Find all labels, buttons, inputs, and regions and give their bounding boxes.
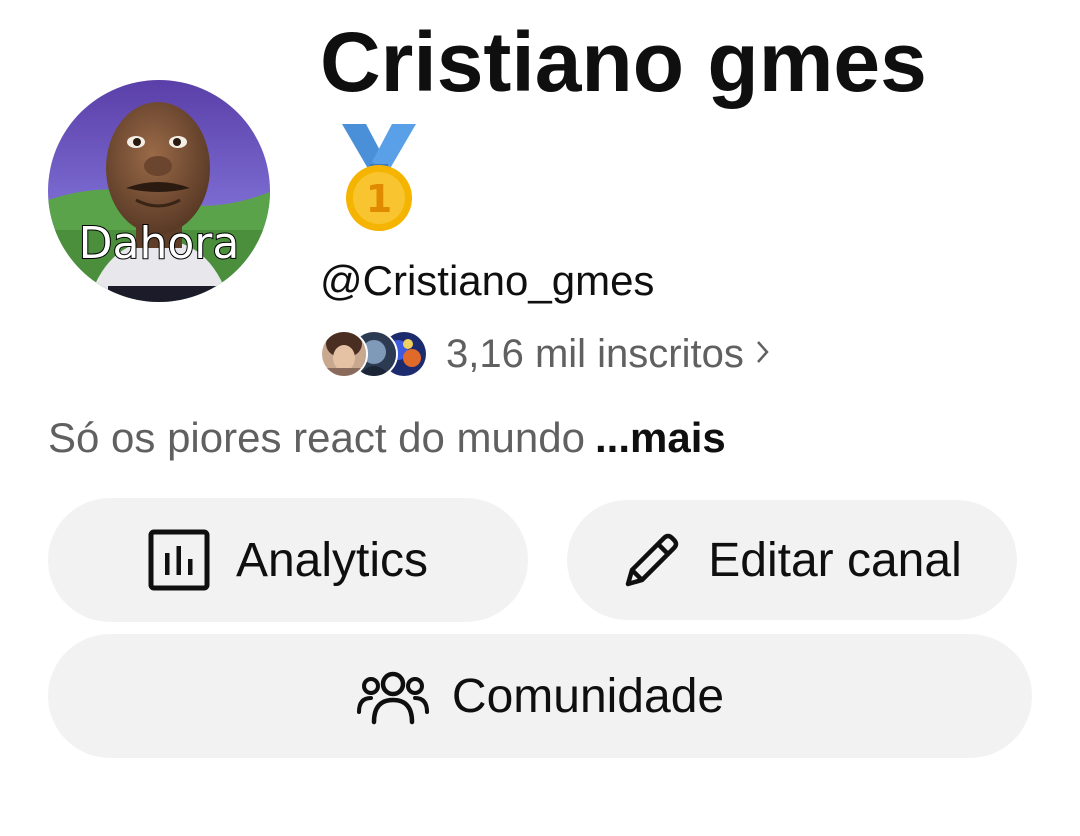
pencil-icon — [622, 530, 682, 590]
subscriber-avatars — [320, 328, 432, 380]
channel-description[interactable]: Só os piores react do mundo ...mais — [48, 410, 726, 466]
edit-channel-label: Editar canal — [708, 533, 962, 587]
subscriber-count: 3,16 mil inscritos — [446, 331, 744, 376]
channel-title: Cristiano gmes — [320, 15, 927, 109]
analytics-button[interactable]: Analytics — [48, 498, 528, 622]
chevron-right-icon — [756, 335, 770, 374]
channel-avatar[interactable]: Dahora — [48, 80, 270, 302]
edit-channel-button[interactable]: Editar canal — [567, 500, 1017, 620]
svg-text:1: 1 — [366, 177, 392, 221]
avatar-caption: Dahora — [78, 217, 241, 270]
community-label: Comunidade — [451, 669, 725, 723]
channel-handle: @Cristiano_gmes — [320, 257, 655, 304]
description-text: Só os piores react do mundo — [48, 414, 585, 461]
community-button[interactable]: Comunidade — [48, 634, 1032, 758]
first-place-medal-icon: 1 — [336, 124, 422, 234]
analytics-chart-icon — [148, 529, 210, 591]
subscriber-avatar — [320, 330, 368, 378]
more-link[interactable]: ...mais — [595, 414, 726, 461]
people-group-icon — [356, 666, 430, 726]
subscribers-row[interactable]: 3,16 mil inscritos — [320, 326, 770, 382]
analytics-label: Analytics — [235, 533, 429, 587]
